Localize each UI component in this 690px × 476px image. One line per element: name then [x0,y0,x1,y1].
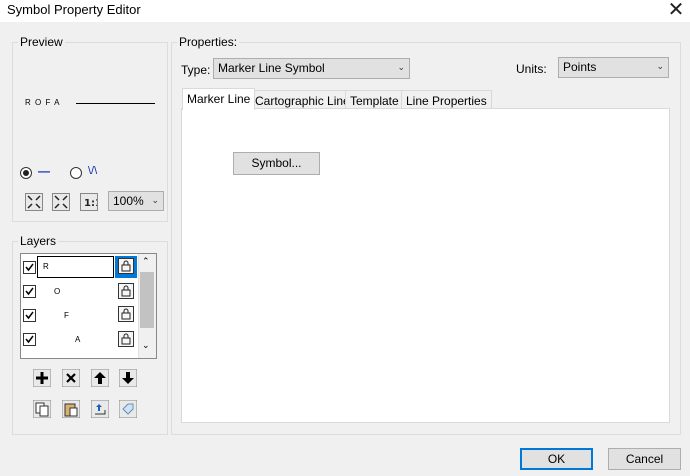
tab-cartographic-line[interactable]: Cartographic Line [250,90,355,110]
lock-icon[interactable] [118,331,134,347]
copy-layer-button[interactable] [32,399,52,419]
close-icon[interactable]: ✕ [663,0,689,21]
layer-checkbox[interactable] [23,261,36,274]
lock-icon[interactable] [118,258,134,274]
radio-other-label: \/\ [88,165,98,177]
properties-group-label: Properties: [177,35,240,49]
lock-icon[interactable] [118,306,134,322]
copy-icon [32,399,52,419]
lock-icon[interactable] [118,283,134,299]
layer-item-label: F [64,311,69,320]
delete-icon [61,368,81,388]
move-down-button[interactable] [118,368,138,388]
zoom-out-tool[interactable] [52,193,70,211]
radio-line[interactable] [20,167,32,179]
tab-marker-line[interactable]: Marker Line [182,88,256,110]
radio-other[interactable] [70,167,82,179]
units-label: Units: [516,62,547,76]
move-down-icon [118,368,138,388]
add-icon [32,368,52,388]
layer-item-label: A [75,335,81,344]
cancel-button[interactable]: Cancel [608,448,681,470]
tag-icon [118,399,138,419]
load-icon [90,399,110,419]
chevron-down-icon: ⌄ [397,63,405,73]
units-select[interactable]: Points ⌄ [558,57,669,78]
delete-layer-button[interactable] [61,368,81,388]
move-up-button[interactable] [90,368,110,388]
svg-text:1:1: 1:1 [84,198,97,209]
zoom-select[interactable]: 100% ⌄ [108,191,164,211]
paste-icon [61,399,81,419]
zoom-out-icon [54,195,68,209]
layers-group-label: Layers [18,234,59,248]
type-label: Type: [181,63,211,77]
layer-item-label: R [43,262,49,271]
window-title: Symbol Property Editor [7,2,141,17]
type-select[interactable]: Marker Line Symbol ⌄ [213,58,410,79]
zoom-in-tool[interactable] [25,193,43,211]
preview-sample-line [76,103,155,104]
chevron-up-icon[interactable]: ⌃ [142,257,150,267]
type-value: Marker Line Symbol [218,61,325,75]
layer-checkbox[interactable] [23,285,36,298]
paste-layer-button[interactable] [61,399,81,419]
layer-item-label: O [54,287,61,296]
add-layer-button[interactable] [32,368,52,388]
scrollbar-thumb[interactable] [140,272,154,328]
chevron-down-icon[interactable]: ⌄ [142,341,150,351]
preview-sample-text: R O F A [25,98,61,107]
tag-layer-button[interactable] [118,399,138,419]
tab-template[interactable]: Template [345,90,404,110]
zoom-in-icon [27,195,41,209]
tab-line-properties[interactable]: Line Properties [401,90,492,110]
preview-group-label: Preview [18,35,65,49]
radio-line-label: — [38,164,50,178]
ok-button[interactable]: OK [520,448,593,470]
layer-checkbox[interactable] [23,333,36,346]
units-value: Points [563,60,597,74]
move-up-icon [90,368,110,388]
actual-size-icon: 1:1 [84,198,102,209]
actual-size-tool[interactable]: 1:1 [80,193,102,211]
chevron-down-icon: ⌄ [151,196,159,206]
symbol-button[interactable]: Symbol... [233,152,320,175]
layer-checkbox[interactable] [23,309,36,322]
zoom-value: 100% [113,194,144,208]
chevron-down-icon: ⌄ [656,62,664,72]
load-layer-button[interactable] [90,399,110,419]
